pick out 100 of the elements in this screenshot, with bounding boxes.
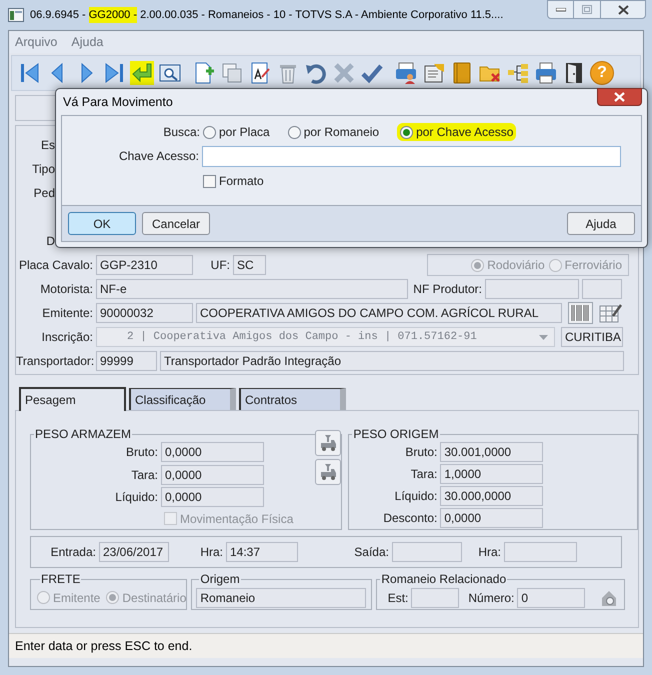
checkbox[interactable] xyxy=(203,174,216,188)
field-label: Tara: xyxy=(131,468,158,482)
field-label: Placa Cavalo: xyxy=(18,258,93,272)
field-label: D xyxy=(46,234,55,248)
input-field[interactable] xyxy=(202,146,621,166)
field-label: Chave Acesso: xyxy=(118,149,199,163)
radio-option[interactable]: por Chave Acesso xyxy=(397,123,516,141)
dropdown-value: 2 | Cooperativa Amigos dos Campo - ins | 071.57162-91 xyxy=(127,330,477,345)
dialog-title: Vá Para Movimento xyxy=(63,94,173,111)
text-field[interactable]: 0,0000 xyxy=(161,464,264,485)
scale-truck-icon xyxy=(319,463,338,481)
radio-label: Ferroviário xyxy=(564,257,622,274)
text-field[interactable]: 14:37 xyxy=(226,542,298,562)
dialog-button[interactable]: Cancelar xyxy=(142,212,210,235)
text-field[interactable]: CURITIBA xyxy=(561,327,623,347)
text-field[interactable]: 0,0000 xyxy=(440,508,544,528)
field-label: Hra: xyxy=(200,545,223,559)
group-title: FRETE xyxy=(40,572,82,586)
field-label: Bruto: xyxy=(405,445,438,459)
field-label: Tipo xyxy=(32,162,55,176)
text-field[interactable]: GGP-2310 xyxy=(96,255,193,275)
text-field[interactable]: NF-e xyxy=(96,279,408,299)
field-label: Busca: xyxy=(163,125,200,139)
text-field[interactable]: 23/06/2017 xyxy=(99,542,169,562)
group-title: PESO ARMAZEM xyxy=(34,427,132,441)
scale-button[interactable] xyxy=(315,430,342,456)
return-arrow-icon[interactable] xyxy=(130,61,154,85)
field-label: Líquido: xyxy=(394,489,438,503)
field-label: Desconto: xyxy=(383,511,438,525)
radio-button[interactable] xyxy=(400,126,414,138)
radio-option[interactable]: por Romaneio xyxy=(288,123,380,141)
scale-truck-icon xyxy=(319,434,338,452)
text-field[interactable] xyxy=(582,279,622,299)
menu-item[interactable]: Ajuda xyxy=(71,32,104,52)
close-button[interactable] xyxy=(597,88,642,106)
window-title: 2.00.00.035 - Romaneios - 10 - TOTVS S.A - Ambiente Corporativo 11.5.... xyxy=(139,8,504,23)
field-label: UF: xyxy=(210,258,230,272)
close-button[interactable] xyxy=(600,0,646,19)
field-label: Hra: xyxy=(478,545,501,559)
text-field[interactable]: 30.001,0000 xyxy=(440,442,544,462)
group-title: PESO ORIGEM xyxy=(352,427,440,441)
status-bar: Enter data or press ESC to end. xyxy=(9,633,643,658)
printer-icon[interactable] xyxy=(534,61,558,85)
dialog-button[interactable]: Ajuda xyxy=(567,212,635,235)
barcode-icon[interactable] xyxy=(568,302,593,324)
tab[interactable]: Classificação xyxy=(129,388,236,410)
radio-label: por Chave Acesso xyxy=(416,124,514,141)
text-field[interactable] xyxy=(392,542,462,562)
minimize-button[interactable] xyxy=(547,0,574,19)
text-field[interactable]: 0,0000 xyxy=(161,442,264,462)
field-label: Transportador: xyxy=(16,354,94,368)
tree-diagram-icon[interactable] xyxy=(506,61,530,85)
field-label: Saída: xyxy=(354,545,389,559)
field-label: Emitente: xyxy=(42,306,93,320)
radio-label: Emitente xyxy=(53,590,100,606)
text-field[interactable]: 90000032 xyxy=(96,303,193,323)
group-title: Origem xyxy=(199,572,241,586)
field-label: Bruto: xyxy=(126,445,158,460)
close-icon xyxy=(618,4,628,14)
text-field[interactable]: 1,0000 xyxy=(440,464,544,484)
text-field[interactable]: SC xyxy=(233,255,266,275)
text-field[interactable]: COOPERATIVA AMIGOS DO CAMPO COM. AGRÍCOL RURAL xyxy=(196,303,562,323)
close-icon xyxy=(614,92,625,102)
radio-label: Destinatário xyxy=(122,590,186,606)
menu-item[interactable]: Arquivo xyxy=(15,32,58,52)
radio-button[interactable] xyxy=(288,126,301,138)
text-field[interactable]: Transportador Padrão Integração xyxy=(160,351,624,371)
window-title: GG2000 - xyxy=(88,6,138,24)
tab[interactable]: Contratos xyxy=(239,388,346,410)
radio-label: Rodoviário xyxy=(487,257,545,274)
maximize-icon xyxy=(582,5,592,14)
checkbox-label: Movimentação Física xyxy=(180,510,294,528)
text-field[interactable] xyxy=(504,542,577,562)
window-title: 06.9.6945 - xyxy=(30,8,87,23)
field-label: Motorista: xyxy=(40,282,93,296)
radio-label: por Placa xyxy=(219,124,270,141)
checkbox-label: Formato xyxy=(219,173,264,190)
table-edit-icon[interactable] xyxy=(599,302,623,324)
radio-option[interactable]: por Placa xyxy=(203,123,270,141)
text-field[interactable]: 99999 xyxy=(96,351,157,371)
group-title: Romaneio Relacionado xyxy=(380,572,508,586)
radio-button[interactable] xyxy=(203,126,216,138)
minimize-icon xyxy=(556,8,566,12)
printer-person-icon[interactable] xyxy=(394,61,418,85)
tab[interactable]: Pesagem xyxy=(19,387,126,411)
field-label: Inscrição: xyxy=(42,330,93,344)
text-field[interactable] xyxy=(411,588,460,608)
text-field[interactable] xyxy=(485,279,579,299)
scale-button[interactable] xyxy=(315,459,342,485)
field-label: Número: xyxy=(468,590,514,604)
radio-label: por Romaneio xyxy=(304,124,380,141)
text-field[interactable]: 0 xyxy=(517,588,586,608)
text-field[interactable]: 30.000,0000 xyxy=(440,486,544,506)
text-field[interactable]: Romaneio xyxy=(196,588,366,608)
field-label: Est: xyxy=(388,590,408,604)
text-field[interactable]: 0,0000 xyxy=(161,487,264,508)
dialog-button[interactable]: OK xyxy=(68,212,136,235)
field-label: Ped xyxy=(34,186,55,200)
dropdown-arrow-icon xyxy=(539,334,548,340)
field-label: Tara: xyxy=(410,467,438,481)
